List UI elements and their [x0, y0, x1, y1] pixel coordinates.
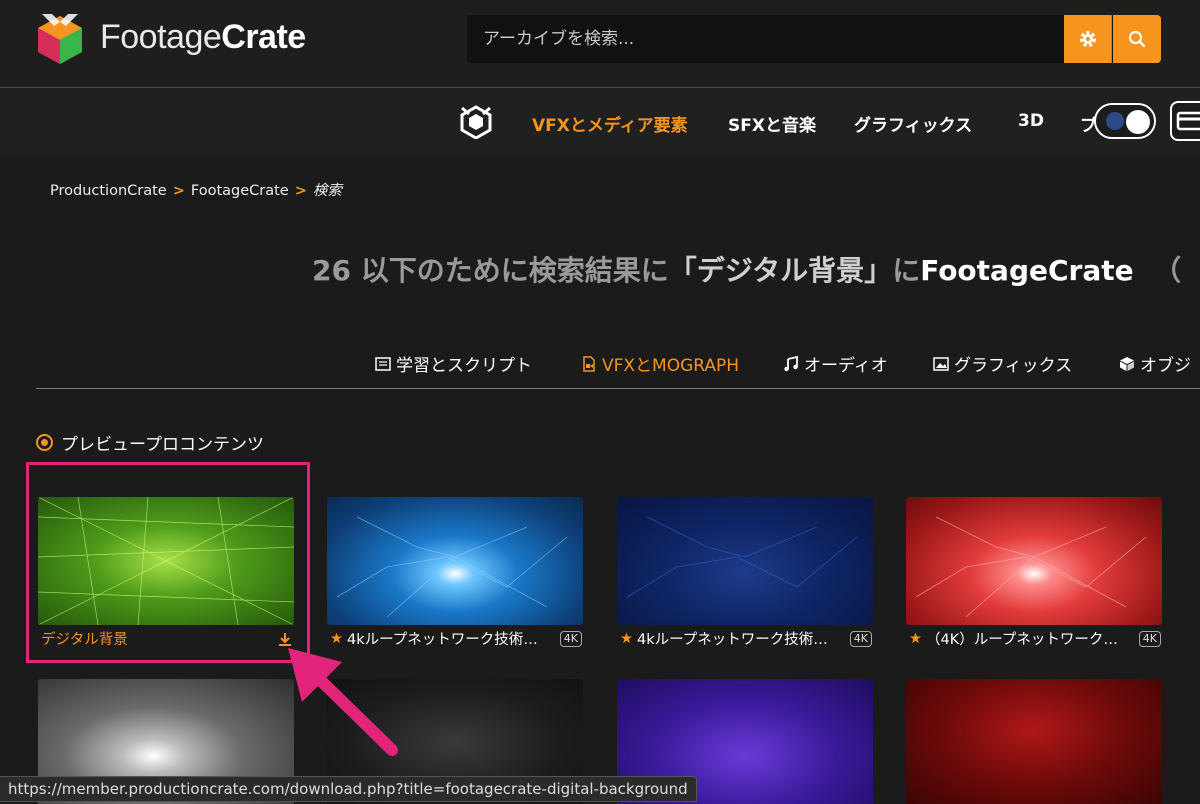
link-status-bar: https://member.productioncrate.com/downl… [0, 776, 697, 802]
music-icon [784, 355, 798, 371]
nav-item-graphics[interactable]: グラフィックス [854, 111, 972, 136]
top-header: FootageCrate [0, 0, 1200, 88]
image-icon [933, 356, 949, 371]
tab-objects[interactable]: オブジ [1119, 351, 1191, 376]
main-nav: VFXとメディア要素 SFXと音楽 グラフィックス 3D プ [0, 89, 1200, 155]
star-icon: ★ [620, 630, 633, 647]
theme-toggle[interactable] [1094, 103, 1156, 139]
result-card[interactable]: ★ 4kループネットワーク技術… 4K [327, 497, 583, 648]
video-icon [583, 355, 595, 372]
thumbnail-network-dark-red[interactable] [906, 679, 1162, 804]
result-card[interactable] [906, 679, 1162, 804]
search-input[interactable] [467, 15, 1063, 63]
card-caption[interactable]: ★ （4K）ループネットワーク… 4K [909, 628, 1161, 649]
footagecrate-logo-icon[interactable] [30, 12, 90, 68]
search-settings-button[interactable] [1064, 15, 1112, 63]
result-card[interactable]: ★ 4kループネットワーク技術… 4K [617, 497, 873, 648]
credit-card-icon [1176, 111, 1200, 131]
4k-badge: 4K [559, 630, 582, 647]
tab-audio[interactable]: オーディオ [783, 351, 888, 376]
tab-graphics[interactable]: グラフィックス [933, 351, 1072, 376]
network-lines-pattern [626, 516, 858, 598]
star-icon: ★ [909, 630, 922, 647]
breadcrumb-current: 検索 [312, 183, 342, 199]
4k-badge: 4K [849, 630, 872, 647]
annotation-highlight-box [26, 462, 310, 663]
chevron-right-icon: > [172, 183, 185, 199]
card-caption[interactable]: ★ 4kループネットワーク技術… 4K [620, 628, 872, 649]
tab-scripts[interactable]: 学習とスクリプト [375, 351, 532, 376]
sun-icon [1126, 110, 1150, 134]
breadcrumb-footagecrate[interactable]: FootageCrate [191, 183, 289, 199]
chevron-right-icon: > [294, 183, 307, 199]
search-button[interactable] [1113, 15, 1161, 63]
nav-item-vfx[interactable]: VFXとメディア要素 [532, 111, 688, 136]
nav-item-sfx[interactable]: SFXと音楽 [728, 111, 816, 136]
breadcrumb: ProductionCrate > FootageCrate > 検索 [50, 179, 342, 200]
crate-home-icon[interactable] [459, 105, 493, 139]
radio-selected-icon[interactable] [36, 434, 53, 451]
thumbnail-network-blue[interactable] [327, 497, 583, 625]
thumbnail-network-red[interactable] [906, 497, 1162, 625]
script-icon [375, 356, 391, 371]
cube-icon [1120, 356, 1134, 371]
category-tabs: 学習とスクリプト VFXとMOGRAPH オーディオ グラフィックス オブジ [36, 345, 1200, 389]
result-card[interactable]: ★ （4K）ループネットワーク… 4K [906, 497, 1162, 648]
nav-item-3d[interactable]: 3D [1018, 111, 1044, 131]
tab-vfx-mograph[interactable]: VFXとMOGRAPH [581, 351, 739, 376]
network-lines-pattern [915, 516, 1147, 618]
search-bar [467, 15, 1161, 63]
thumbnail-network-dark-blue[interactable] [617, 497, 873, 625]
gear-icon [1079, 31, 1096, 47]
4k-badge: 4K [1138, 630, 1161, 647]
search-result-heading: 26 以下のために検索結果に「デジタル背景」にFootageCrate （ [312, 254, 1182, 287]
network-lines-pattern [336, 516, 568, 618]
membership-card-button[interactable] [1170, 101, 1200, 141]
breadcrumb-productioncrate[interactable]: ProductionCrate [50, 183, 167, 199]
search-icon [1128, 30, 1146, 48]
preview-pro-content-option[interactable]: プレビュープロコンテンツ [36, 430, 264, 455]
moon-icon [1106, 112, 1124, 130]
annotation-arrow-icon [288, 648, 398, 756]
brand-name[interactable]: FootageCrate [100, 18, 306, 57]
